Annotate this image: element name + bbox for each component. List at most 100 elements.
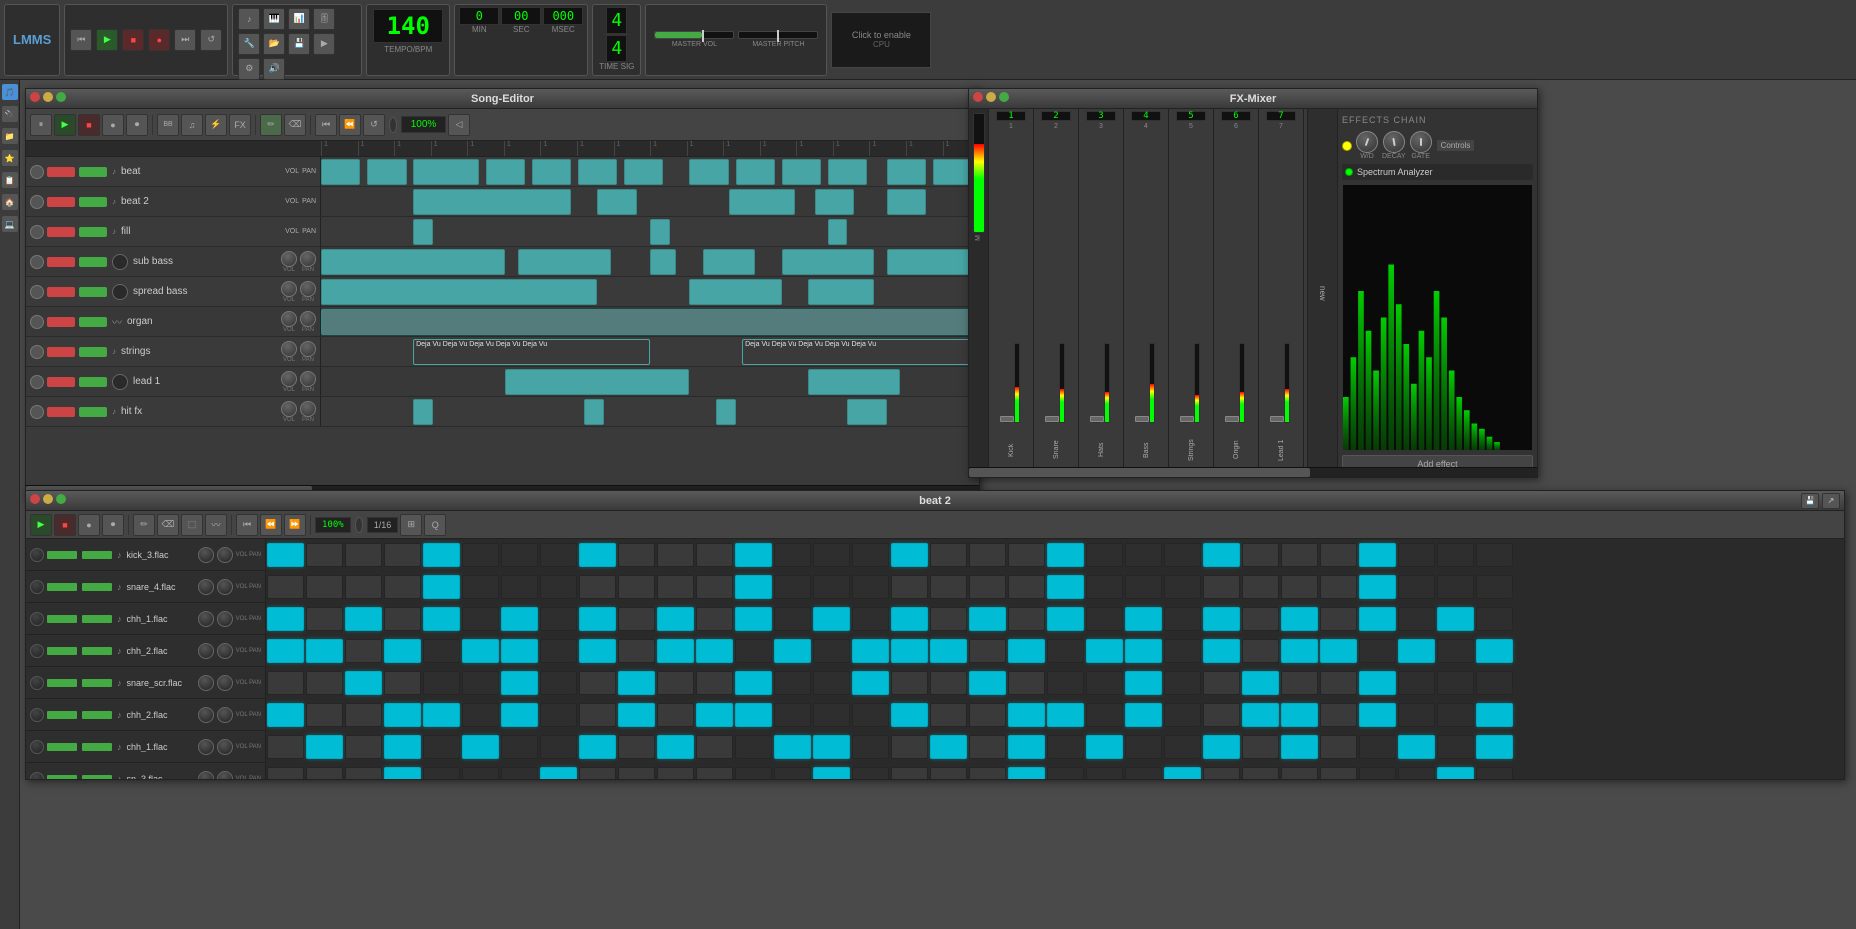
bb-track-pan-knob-7[interactable] — [217, 771, 233, 780]
beat-button[interactable] — [969, 639, 1006, 663]
fxm-send-1[interactable]: 2 — [1041, 111, 1071, 121]
beat-button[interactable] — [852, 735, 889, 759]
beat-button[interactable] — [1086, 575, 1123, 599]
beat-button[interactable] — [969, 575, 1006, 599]
bb-grid-toggle[interactable]: ⊞ — [400, 514, 422, 536]
sidebar-item-projects[interactable]: 📋 — [2, 172, 18, 188]
beat-button[interactable] — [735, 575, 772, 599]
beat-button[interactable] — [462, 671, 499, 695]
beat-button[interactable] — [774, 767, 811, 780]
beat-button[interactable] — [1164, 607, 1201, 631]
beat-button[interactable] — [1203, 543, 1240, 567]
beat-button[interactable] — [930, 639, 967, 663]
transport-rewind[interactable]: ⏮ — [70, 29, 92, 51]
beat-button[interactable] — [540, 671, 577, 695]
track-vol-strings[interactable] — [79, 347, 107, 357]
pattern-block[interactable] — [624, 159, 663, 185]
beat-button[interactable] — [579, 735, 616, 759]
bb-quantize[interactable]: 1/16 — [367, 517, 399, 533]
fxm-fader-5[interactable] — [1227, 421, 1235, 423]
beat-button[interactable] — [501, 735, 538, 759]
beat-button[interactable] — [774, 703, 811, 727]
bb-track-mute-7[interactable] — [47, 775, 77, 780]
beat-button[interactable] — [1359, 767, 1396, 780]
beat-button[interactable] — [657, 735, 694, 759]
tool-btn-10[interactable]: 🔊 — [263, 58, 285, 80]
track-mute-hitfx[interactable] — [47, 407, 75, 417]
track-vol-subbass[interactable] — [79, 257, 107, 267]
beat-button[interactable] — [1008, 607, 1045, 631]
pattern-block[interactable] — [828, 219, 848, 245]
beat-button[interactable] — [1047, 639, 1084, 663]
beat-button[interactable] — [969, 543, 1006, 567]
track-pattern-beat2[interactable] — [321, 187, 979, 216]
beat-button[interactable] — [384, 703, 421, 727]
pattern-block[interactable] — [887, 189, 926, 215]
beat-button[interactable] — [1164, 543, 1201, 567]
beat-button[interactable] — [1281, 767, 1318, 780]
beat-button[interactable] — [735, 735, 772, 759]
beat-button[interactable] — [774, 671, 811, 695]
beat-button[interactable] — [891, 543, 928, 567]
track-knob-pan[interactable]: PAN — [302, 168, 316, 175]
beat-button[interactable] — [1359, 671, 1396, 695]
pattern-block[interactable] — [505, 369, 689, 395]
beat-button[interactable] — [735, 543, 772, 567]
bb-track-vol-knob-1[interactable] — [198, 579, 214, 595]
beat-button[interactable] — [969, 767, 1006, 780]
beat-button[interactable] — [267, 639, 304, 663]
ec-gate-knob[interactable] — [1410, 131, 1432, 153]
beat-button[interactable] — [813, 767, 850, 780]
pattern-block[interactable]: Deja Vu Deja Vu Deja Vu Deja Vu Deja Vu — [742, 339, 972, 365]
pattern-block[interactable] — [321, 279, 597, 305]
bb-track-pan-knob-1[interactable] — [217, 579, 233, 595]
beat-button[interactable] — [1398, 703, 1435, 727]
beat-button[interactable] — [1242, 767, 1279, 780]
fxm-send-6[interactable]: 7 — [1266, 111, 1296, 121]
pattern-block[interactable] — [729, 189, 795, 215]
track-pan-knob-sb[interactable] — [300, 281, 316, 297]
beat-button[interactable] — [267, 735, 304, 759]
bb-track-mute-1[interactable] — [47, 583, 77, 591]
fxm-channel-2[interactable]: 3 3 Hats — [1079, 109, 1124, 477]
beat-button[interactable] — [813, 607, 850, 631]
track-mute-subbass[interactable] — [47, 257, 75, 267]
track-mute-spreadbass[interactable] — [47, 287, 75, 297]
beat-button[interactable] — [1125, 543, 1162, 567]
bb-fwd[interactable]: ⏩ — [284, 514, 306, 536]
fxm-channel-0[interactable]: 1 1 Kick — [989, 109, 1034, 477]
tool-btn-1[interactable]: ♪ — [238, 8, 260, 30]
beat-button[interactable] — [1047, 575, 1084, 599]
beat-button[interactable] — [462, 607, 499, 631]
fxm-fader-1[interactable] — [1047, 421, 1055, 423]
beat-button[interactable] — [345, 767, 382, 780]
beat-button[interactable] — [384, 575, 421, 599]
bb-track-gear-7[interactable] — [30, 772, 44, 780]
track-knob-pan2[interactable]: PAN — [302, 198, 316, 205]
beat-button[interactable] — [1320, 639, 1357, 663]
beat-button[interactable] — [774, 735, 811, 759]
beat-button[interactable] — [579, 575, 616, 599]
beat-button[interactable] — [1203, 767, 1240, 780]
beat-button[interactable] — [969, 607, 1006, 631]
beat-button[interactable] — [306, 671, 343, 695]
pattern-block[interactable] — [532, 159, 571, 185]
transport-play[interactable]: ▶ — [96, 29, 118, 51]
time-msec[interactable]: 000 — [543, 7, 583, 25]
bb-save-btn[interactable]: 💾 — [1801, 493, 1819, 509]
bb-detuning[interactable]: 〰 — [205, 514, 227, 536]
bb-prev[interactable]: ⏮ — [236, 514, 258, 536]
beat-button[interactable] — [1008, 735, 1045, 759]
beat-button[interactable] — [1476, 735, 1513, 759]
bb-track-vol-knob-4[interactable] — [198, 675, 214, 691]
beat-button[interactable] — [852, 703, 889, 727]
bb-q-btn[interactable]: Q — [424, 514, 446, 536]
sidebar-item-plugins[interactable]: 🔌 — [2, 106, 18, 122]
sidebar-item-samples[interactable]: 📁 — [2, 128, 18, 144]
beat-button[interactable] — [501, 607, 538, 631]
beat-button[interactable] — [1398, 671, 1435, 695]
beat-button[interactable] — [306, 639, 343, 663]
fx-mixer-max[interactable] — [999, 92, 1009, 102]
beat-button[interactable] — [1359, 639, 1396, 663]
beat-button[interactable] — [891, 671, 928, 695]
